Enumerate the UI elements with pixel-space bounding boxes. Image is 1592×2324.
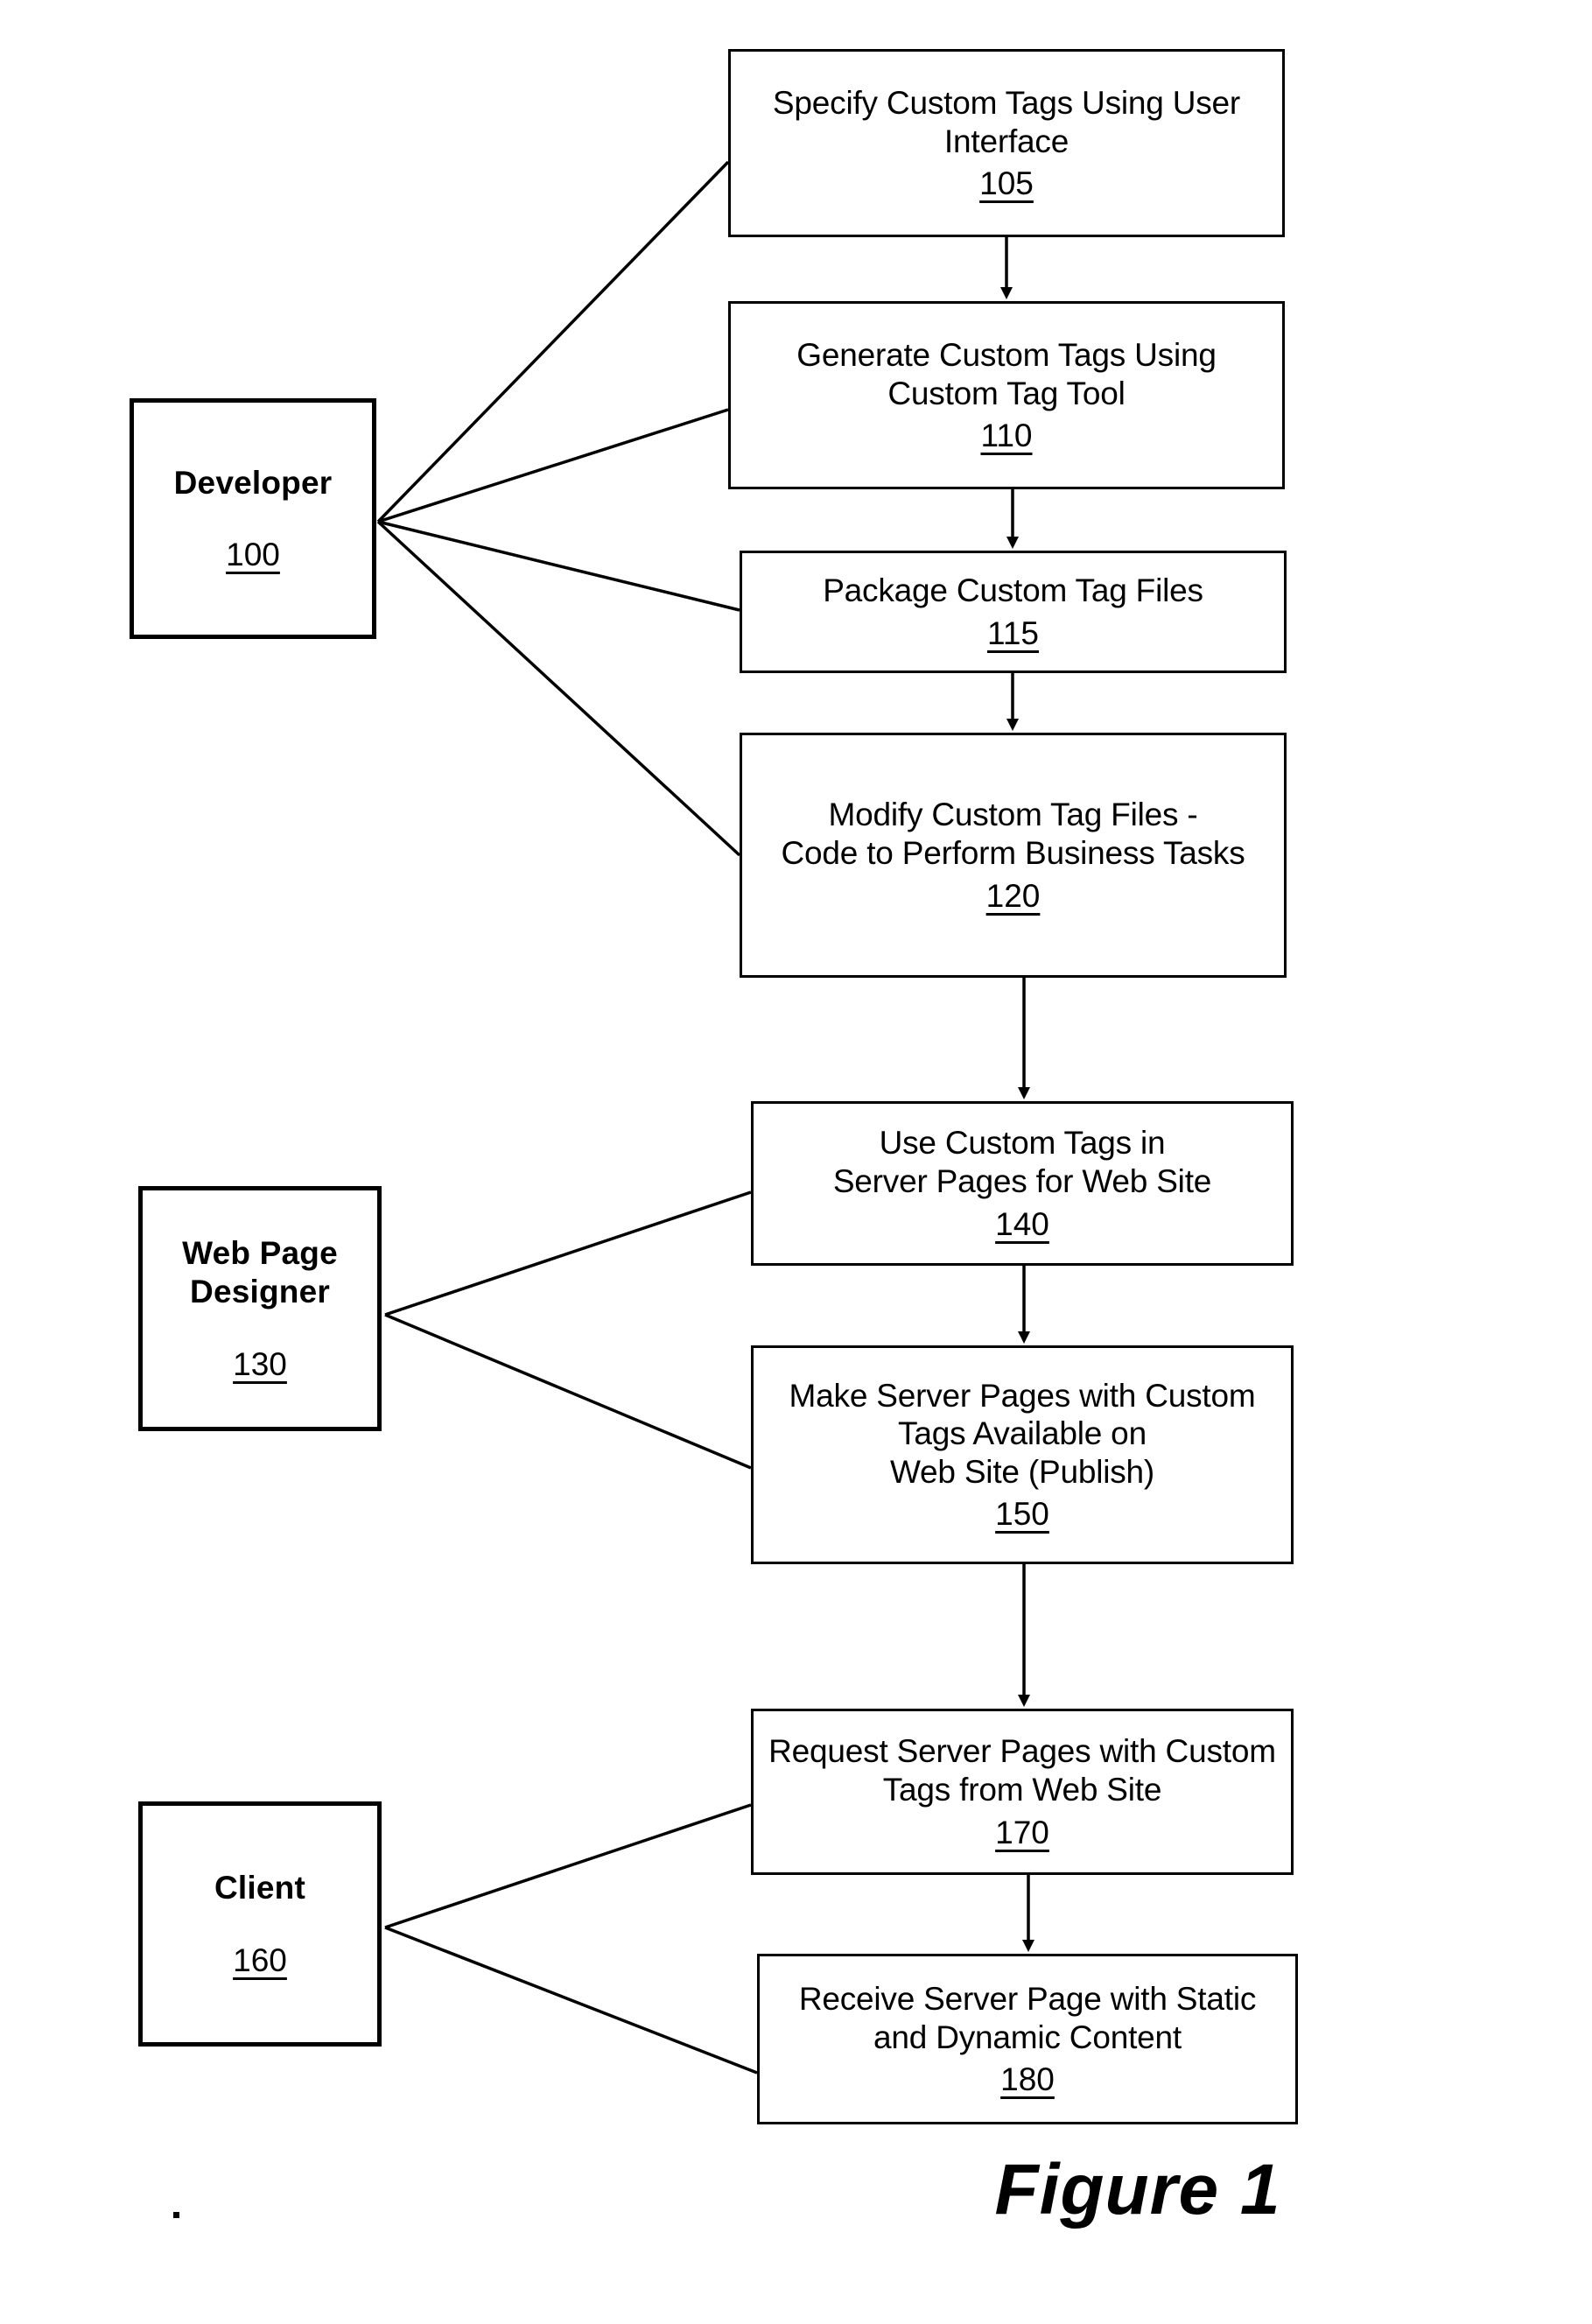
process-label: Modify Custom Tag Files - Code to Perfor… [781, 797, 1245, 871]
process-label: Receive Server Page with Static and Dyna… [798, 1980, 1257, 2055]
reference-numeral: 180 [1000, 2061, 1055, 2098]
reference-numeral: 130 [233, 1345, 287, 1382]
process-label: Make Server Pages with Custom Tags Avail… [789, 1377, 1256, 1490]
link-developer-115 [377, 520, 740, 612]
link-designer-140 [384, 1190, 752, 1316]
reference-numeral: 160 [233, 1941, 287, 1978]
actor-label: Developer [173, 464, 333, 501]
actor-box-web-page-designer: Web Page Designer 130 [138, 1186, 382, 1431]
process-label: Use Custom Tags in Server Pages for Web … [832, 1125, 1212, 1199]
process-label: Request Server Pages with Custom Tags fr… [768, 1733, 1276, 1808]
actor-box-developer: Developer 100 [130, 398, 376, 639]
process-box-receive-server-page: Receive Server Page with Static and Dyna… [757, 1954, 1298, 2124]
process-box-make-server-pages-available: Make Server Pages with Custom Tags Avail… [751, 1345, 1294, 1564]
flow-arrows-group [1000, 237, 1034, 1952]
actor-link-lines-group [376, 160, 758, 2075]
link-client-170 [384, 1803, 752, 1929]
process-box-generate-custom-tags: Generate Custom Tags Using Custom Tag To… [728, 301, 1285, 489]
reference-numeral: 170 [995, 1814, 1049, 1850]
reference-numeral: 120 [985, 877, 1041, 914]
actor-label: Web Page Designer [182, 1235, 338, 1309]
process-box-request-server-pages: Request Server Pages with Custom Tags fr… [751, 1709, 1294, 1875]
process-label: Package Custom Tag Files [823, 572, 1203, 609]
scan-artifact-dot [173, 2212, 179, 2218]
link-developer-105 [376, 160, 730, 523]
link-designer-150 [384, 1313, 752, 1470]
process-box-specify-custom-tags: Specify Custom Tags Using User Interface… [728, 49, 1285, 237]
reference-numeral: 110 [980, 418, 1033, 454]
reference-numeral: 100 [226, 537, 280, 573]
link-client-180 [384, 1926, 758, 2075]
process-label: Generate Custom Tags Using Custom Tag To… [796, 336, 1217, 411]
actor-box-client: Client 160 [138, 1801, 382, 2047]
reference-numeral: 115 [987, 614, 1039, 651]
actor-label: Client [214, 1870, 305, 1906]
process-box-modify-custom-tag-files: Modify Custom Tag Files - Code to Perfor… [740, 733, 1287, 978]
figure-caption: Figure 1 [994, 2150, 1281, 2229]
process-box-use-custom-tags: Use Custom Tags in Server Pages for Web … [751, 1101, 1294, 1266]
reference-numeral: 140 [995, 1205, 1049, 1242]
patent-figure-page: Specify Custom Tags Using User Interface… [0, 0, 1592, 2324]
reference-numeral: 105 [979, 165, 1034, 202]
process-box-package-custom-tag-files: Package Custom Tag Files 115 [740, 551, 1287, 673]
link-developer-120 [376, 520, 741, 857]
reference-numeral: 150 [995, 1496, 1049, 1533]
process-label: Specify Custom Tags Using User Interface [772, 84, 1241, 159]
